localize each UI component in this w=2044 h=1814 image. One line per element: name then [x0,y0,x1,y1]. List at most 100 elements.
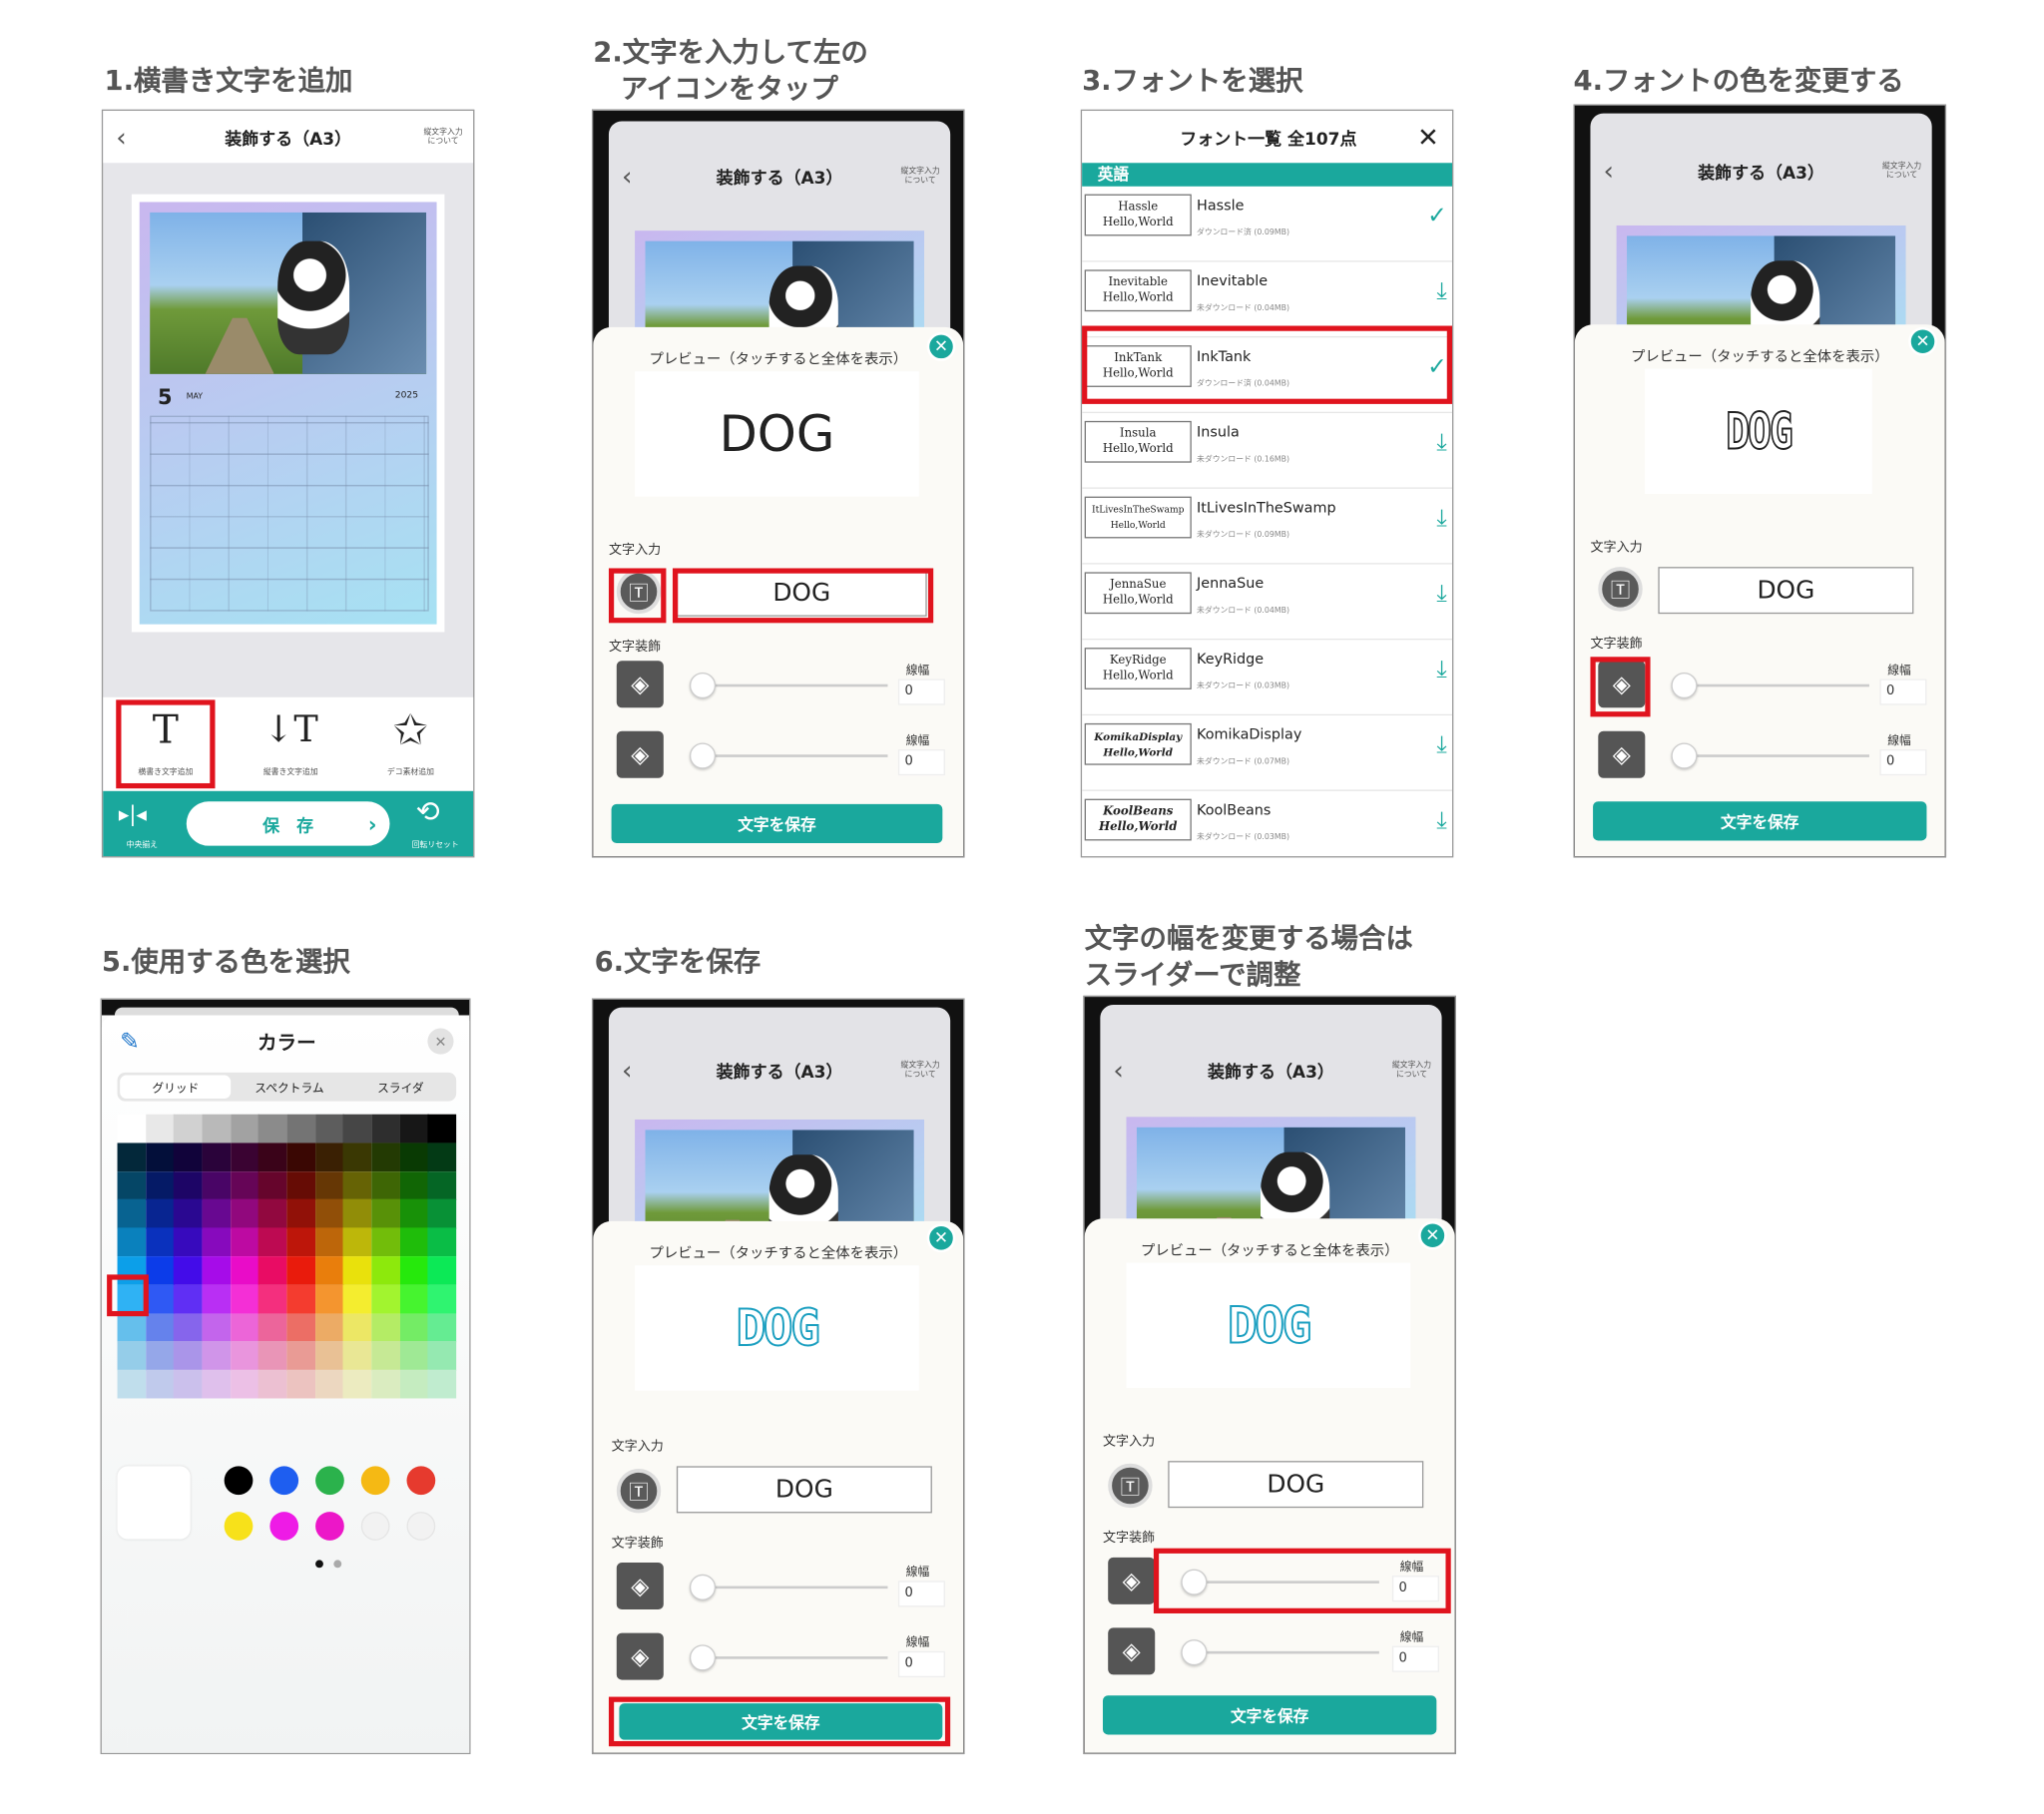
font-row[interactable]: JennaSue Hello,World JennaSue 未ダウンロード (0.0… [1082,565,1453,641]
color-cell[interactable] [202,1142,232,1172]
color-cell[interactable] [427,1114,457,1143]
download-icon[interactable]: ⤓ [1436,277,1446,304]
color-cell[interactable] [427,1170,457,1200]
color-cell[interactable] [427,1341,457,1371]
color-cell[interactable] [427,1142,457,1172]
swatch-magenta[interactable] [269,1512,299,1541]
color-cell[interactable] [427,1313,457,1343]
color-cell[interactable] [174,1142,204,1172]
help-link[interactable]: 縦文字入力 について [1392,1061,1431,1079]
color-cell[interactable] [258,1114,287,1143]
color-cell[interactable] [202,1256,232,1286]
font-row[interactable]: Hassle Hello,World Hassle ダウンロード済 (0.09MB)… [1082,187,1453,262]
color-cell[interactable] [145,1142,175,1172]
font-select-icon[interactable]: 🅃 [616,569,662,615]
color-cell[interactable] [230,1369,259,1400]
color-cell[interactable] [314,1341,344,1371]
color-cell[interactable] [258,1199,287,1229]
color-cell[interactable] [230,1170,259,1200]
width-slider-1[interactable] [1671,672,1869,699]
close-icon[interactable]: ✕ [1418,1220,1447,1250]
color-cell[interactable] [202,1114,232,1143]
color-cell[interactable] [286,1199,316,1229]
color-cell[interactable] [314,1369,344,1400]
swatch-red[interactable] [406,1466,436,1496]
color-cell[interactable] [174,1341,204,1371]
stroke-bucket-icon[interactable]: ◈ [1108,1627,1156,1675]
close-icon[interactable]: ✕ [1908,326,1937,356]
rotate-reset-icon[interactable]: ⟲ [416,796,440,829]
color-cell[interactable] [399,1256,429,1286]
color-cell[interactable] [399,1227,429,1257]
preview-box[interactable]: DOG [635,1265,919,1391]
color-cell[interactable] [202,1199,232,1229]
tab-grid[interactable]: グリッド [120,1075,232,1100]
width-value-2[interactable]: 0 [897,749,945,776]
close-icon[interactable]: ✕ [926,1223,956,1253]
color-cell[interactable] [427,1256,457,1286]
color-cell[interactable] [117,1199,147,1229]
color-cell[interactable] [399,1170,429,1200]
color-cell[interactable] [286,1313,316,1343]
color-cell[interactable] [145,1369,175,1400]
color-cell[interactable] [399,1114,429,1143]
width-slider-2[interactable] [1671,742,1869,769]
color-cell[interactable] [230,1313,259,1343]
color-cell[interactable] [145,1170,175,1200]
color-cell[interactable] [314,1227,344,1257]
color-cell[interactable] [314,1114,344,1143]
width-value-2[interactable]: 0 [1879,749,1927,776]
download-icon[interactable]: ⤓ [1436,731,1446,758]
stroke-bucket-icon[interactable]: ◈ [616,1632,664,1680]
font-row[interactable]: InkTank Hello,World InkTank ダウンロード済 (0.04M… [1082,337,1453,414]
width-slider-1[interactable] [689,672,888,699]
stroke-bucket-icon[interactable]: ◈ [1598,730,1646,778]
color-cell[interactable] [342,1313,372,1343]
color-cell[interactable] [145,1313,175,1343]
color-cell[interactable] [286,1256,316,1286]
color-cell[interactable] [145,1199,175,1229]
color-cell[interactable] [342,1142,372,1172]
color-cell[interactable] [145,1341,175,1371]
color-cell[interactable] [202,1313,232,1343]
paint-bucket-icon[interactable]: ◈ [1108,1557,1156,1604]
font-row[interactable]: Inevitable Hello,World Inevitable 未ダウンロード … [1082,262,1453,338]
color-cell[interactable] [286,1114,316,1143]
paint-bucket-icon[interactable]: ◈ [1598,661,1646,708]
color-cell[interactable] [202,1170,232,1200]
font-row[interactable]: Insula Hello,World Insula 未ダウンロード (0.16MB)… [1082,413,1453,489]
color-cell[interactable] [145,1227,175,1257]
color-cell[interactable] [258,1256,287,1286]
color-cell[interactable] [230,1142,259,1172]
color-cell[interactable] [117,1369,147,1400]
color-cell[interactable] [371,1227,401,1257]
download-icon[interactable]: ⤓ [1436,656,1446,682]
vertical-text-icon[interactable]: ↓T [252,707,329,750]
width-slider-1[interactable] [689,1574,888,1600]
download-icon[interactable]: ⤓ [1436,580,1446,607]
download-icon[interactable]: ⤓ [1436,429,1446,456]
color-cell[interactable] [371,1284,401,1314]
close-icon[interactable]: ✕ [926,332,956,361]
color-cell[interactable] [371,1114,401,1143]
horizontal-text-icon[interactable]: T [127,707,205,753]
deco-star-icon[interactable]: ✩ [371,705,449,755]
color-cell[interactable] [371,1170,401,1200]
width-value-1[interactable]: 0 [897,679,945,705]
tab-spectrum[interactable]: スペクトラム [234,1073,344,1102]
width-slider-2[interactable] [1181,1639,1379,1666]
swatch-empty[interactable] [406,1512,436,1541]
color-cell[interactable] [314,1284,344,1314]
color-cell[interactable] [202,1369,232,1400]
preview-box[interactable]: DOG [635,371,919,497]
color-cell[interactable] [399,1284,429,1314]
width-value-1[interactable]: 0 [1879,679,1927,705]
color-cell[interactable] [174,1256,204,1286]
color-cell[interactable] [117,1227,147,1257]
color-cell[interactable] [230,1227,259,1257]
color-cell[interactable] [399,1313,429,1343]
color-cell[interactable] [230,1341,259,1371]
download-icon[interactable]: ⤓ [1436,806,1446,833]
category-bar[interactable]: 英語 [1082,163,1453,187]
center-align-icon[interactable]: ▸|◂ [119,801,147,826]
